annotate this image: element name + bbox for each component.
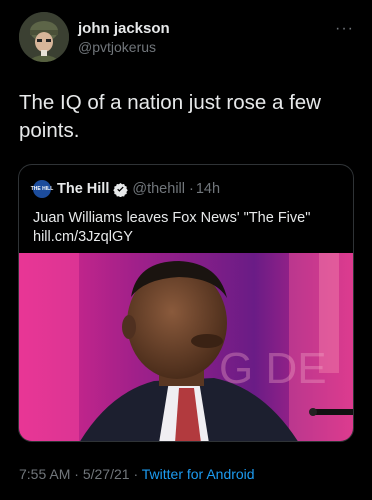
quote-header: THE HILL The Hill @thehill · 14h	[31, 180, 221, 198]
verified-badge-icon	[113, 182, 129, 197]
the-hill-logo: THE HILL	[31, 180, 53, 198]
avatar[interactable]	[19, 12, 69, 62]
avatar-image	[19, 12, 69, 62]
tweet-author[interactable]: john jackson @pvtjokerus	[78, 20, 170, 56]
more-dots-icon[interactable]: ···	[335, 20, 354, 38]
tweet-text: The IQ of a nation just rose a few point…	[19, 91, 321, 142]
tweet-time[interactable]: 7:55 AM	[19, 466, 70, 482]
quote-link[interactable]: hill.cm/3JzqlGY	[33, 228, 343, 247]
quote-photo[interactable]: G DE	[19, 253, 354, 442]
meta-separator: ·	[74, 466, 79, 482]
quote-separator: ·	[188, 181, 194, 197]
quote-text: Juan Williams leaves Fox News' "The Five…	[33, 210, 311, 226]
tweet-date[interactable]: 5/27/21	[83, 466, 130, 482]
quote-tweet-card[interactable]: THE HILL The Hill @thehill · 14h Juan Wi…	[18, 164, 354, 442]
author-handle[interactable]: @pvtjokerus	[78, 38, 170, 56]
quote-author-name[interactable]: The Hill	[57, 181, 109, 197]
meta-separator: ·	[133, 466, 139, 482]
quote-time: 14h	[195, 181, 221, 197]
tweet-meta: 7:55 AM · 5/27/21 · Twitter for Android	[19, 466, 255, 482]
quote-author-handle[interactable]: @thehill	[132, 181, 185, 197]
author-display-name[interactable]: john jackson	[78, 20, 170, 38]
tweet-source-app[interactable]: Twitter for Android	[142, 466, 255, 482]
quote-text-block: Juan Williams leaves Fox News' "The Five…	[33, 209, 343, 247]
